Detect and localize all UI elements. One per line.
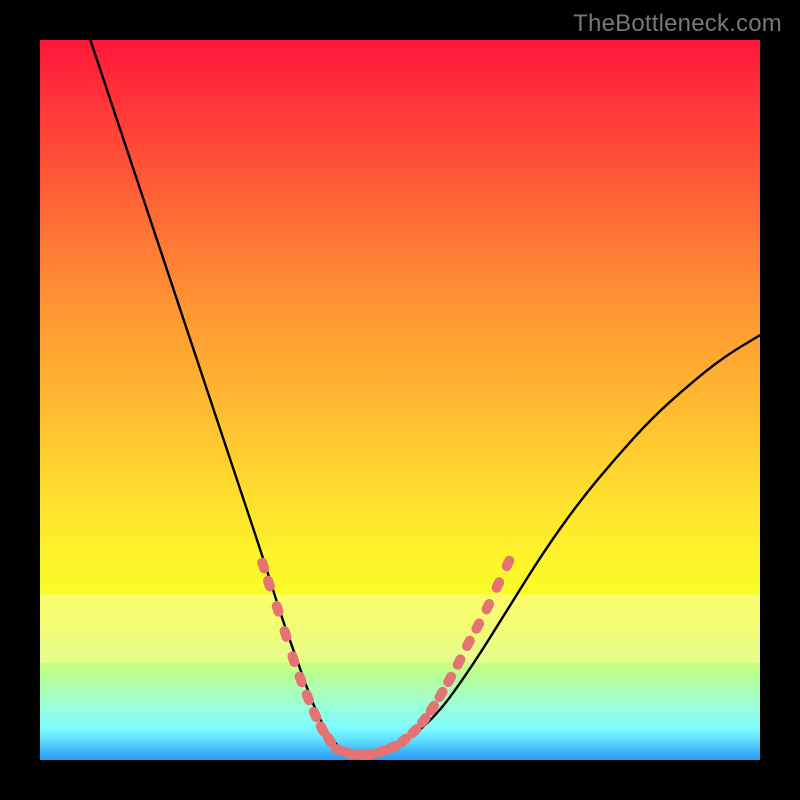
marker-shape	[500, 554, 516, 573]
right-cluster-marker	[490, 576, 506, 595]
right-cluster-marker	[500, 554, 516, 573]
marker-shape	[441, 670, 458, 689]
frame: TheBottleneck.com	[0, 0, 800, 800]
watermark-text: TheBottleneck.com	[573, 10, 782, 38]
right-cluster-marker	[441, 670, 458, 689]
marker-shape	[490, 576, 506, 595]
chart-svg	[40, 40, 760, 760]
pale-yellow-band	[40, 594, 760, 662]
plot-area	[40, 40, 760, 760]
bands-layer	[40, 594, 760, 662]
